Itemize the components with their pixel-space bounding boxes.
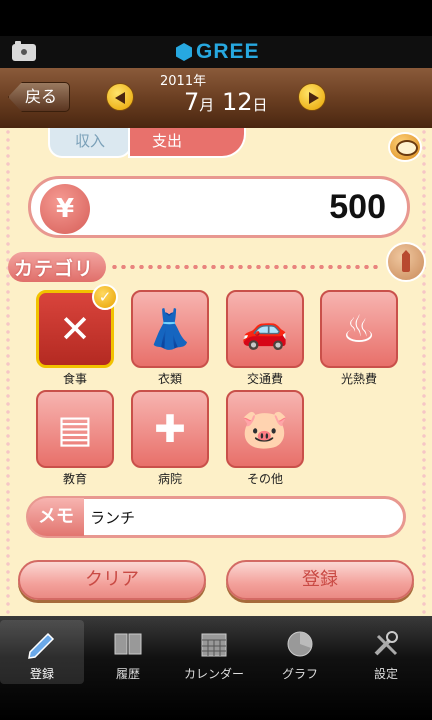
camera-icon[interactable] [12,41,36,61]
car-icon: 🚗 [241,306,289,351]
category-clothes-label: 衣類 [157,372,182,386]
month-value: 7 [184,88,200,116]
category-hospital-label: 病院 [157,472,182,486]
category-food-label: 食事 [62,372,87,386]
tab-graph-label: グラフ [281,667,318,681]
piggy-bank-icon: 🐷 [241,406,289,451]
dotted-border-left [6,128,10,616]
category-education-label: 教育 [62,472,87,486]
category-dotted-line [110,265,380,269]
tab-history-label: 履歴 [115,667,140,681]
kettle-icon: ♨ [341,307,377,351]
tab-history[interactable]: 履歴 [86,620,170,684]
category-utilities-label: 光熱費 [340,372,377,386]
tab-settings[interactable]: 設定 [344,620,428,684]
clear-button[interactable]: クリア [18,560,206,600]
next-day-button[interactable] [298,83,326,111]
tab-expense[interactable]: 支出 [128,128,246,158]
category-hospital[interactable]: ✚ [131,390,209,468]
gree-logo-text: GREE [196,40,260,63]
category-utilities[interactable]: ♨ [320,290,398,368]
month-unit: 月 [199,96,215,114]
book-icon: ▤ [57,407,93,451]
tab-graph[interactable]: グラフ [258,620,342,684]
register-button[interactable]: 登録 [226,560,414,600]
memo-value: ランチ [90,509,136,527]
category-education[interactable]: ▤ [36,390,114,468]
arrow-left-icon [115,92,125,104]
check-icon: ✓ [92,284,118,310]
tab-register[interactable]: 登録 [0,620,84,684]
day-value: 12 [221,88,253,116]
category-clothes[interactable]: 👗 [131,290,209,368]
date-label: 7月 12日 [184,88,268,116]
category-title: カテゴリ [14,258,95,280]
tab-income[interactable]: 収入 [48,128,132,158]
tab-register-label: 登録 [29,667,54,681]
pencil-icon [28,632,55,659]
dress-icon: 👗 [146,306,194,351]
memo-label: メモ [28,498,84,536]
category-other-label: その他 [246,472,283,486]
first-aid-kit-icon: ✚ [154,407,186,451]
edit-category-button[interactable] [386,242,426,282]
gree-logo: GREE [176,40,260,64]
tab-calendar[interactable]: カレンダー [172,620,256,684]
category-other[interactable]: 🐷 [226,390,304,468]
dotted-border-right [422,128,426,616]
book-icon [114,633,142,655]
yen-icon: ¥ [40,184,90,234]
year-label: 2011年 [160,74,207,89]
tools-icon [374,631,398,656]
speech-bubble-icon[interactable] [388,132,422,162]
category-transport[interactable]: 🚗 [226,290,304,368]
day-unit: 日 [252,96,268,114]
arrow-right-icon [309,92,319,104]
amount-value: 500 [329,188,386,226]
tab-settings-label: 設定 [373,667,398,681]
prev-day-button[interactable] [106,83,134,111]
pie-chart-icon [287,631,313,657]
tab-calendar-label: カレンダー [183,667,244,681]
gree-hexagon-icon [176,43,192,61]
calendar-icon [201,633,227,657]
category-transport-label: 交通費 [246,372,283,386]
